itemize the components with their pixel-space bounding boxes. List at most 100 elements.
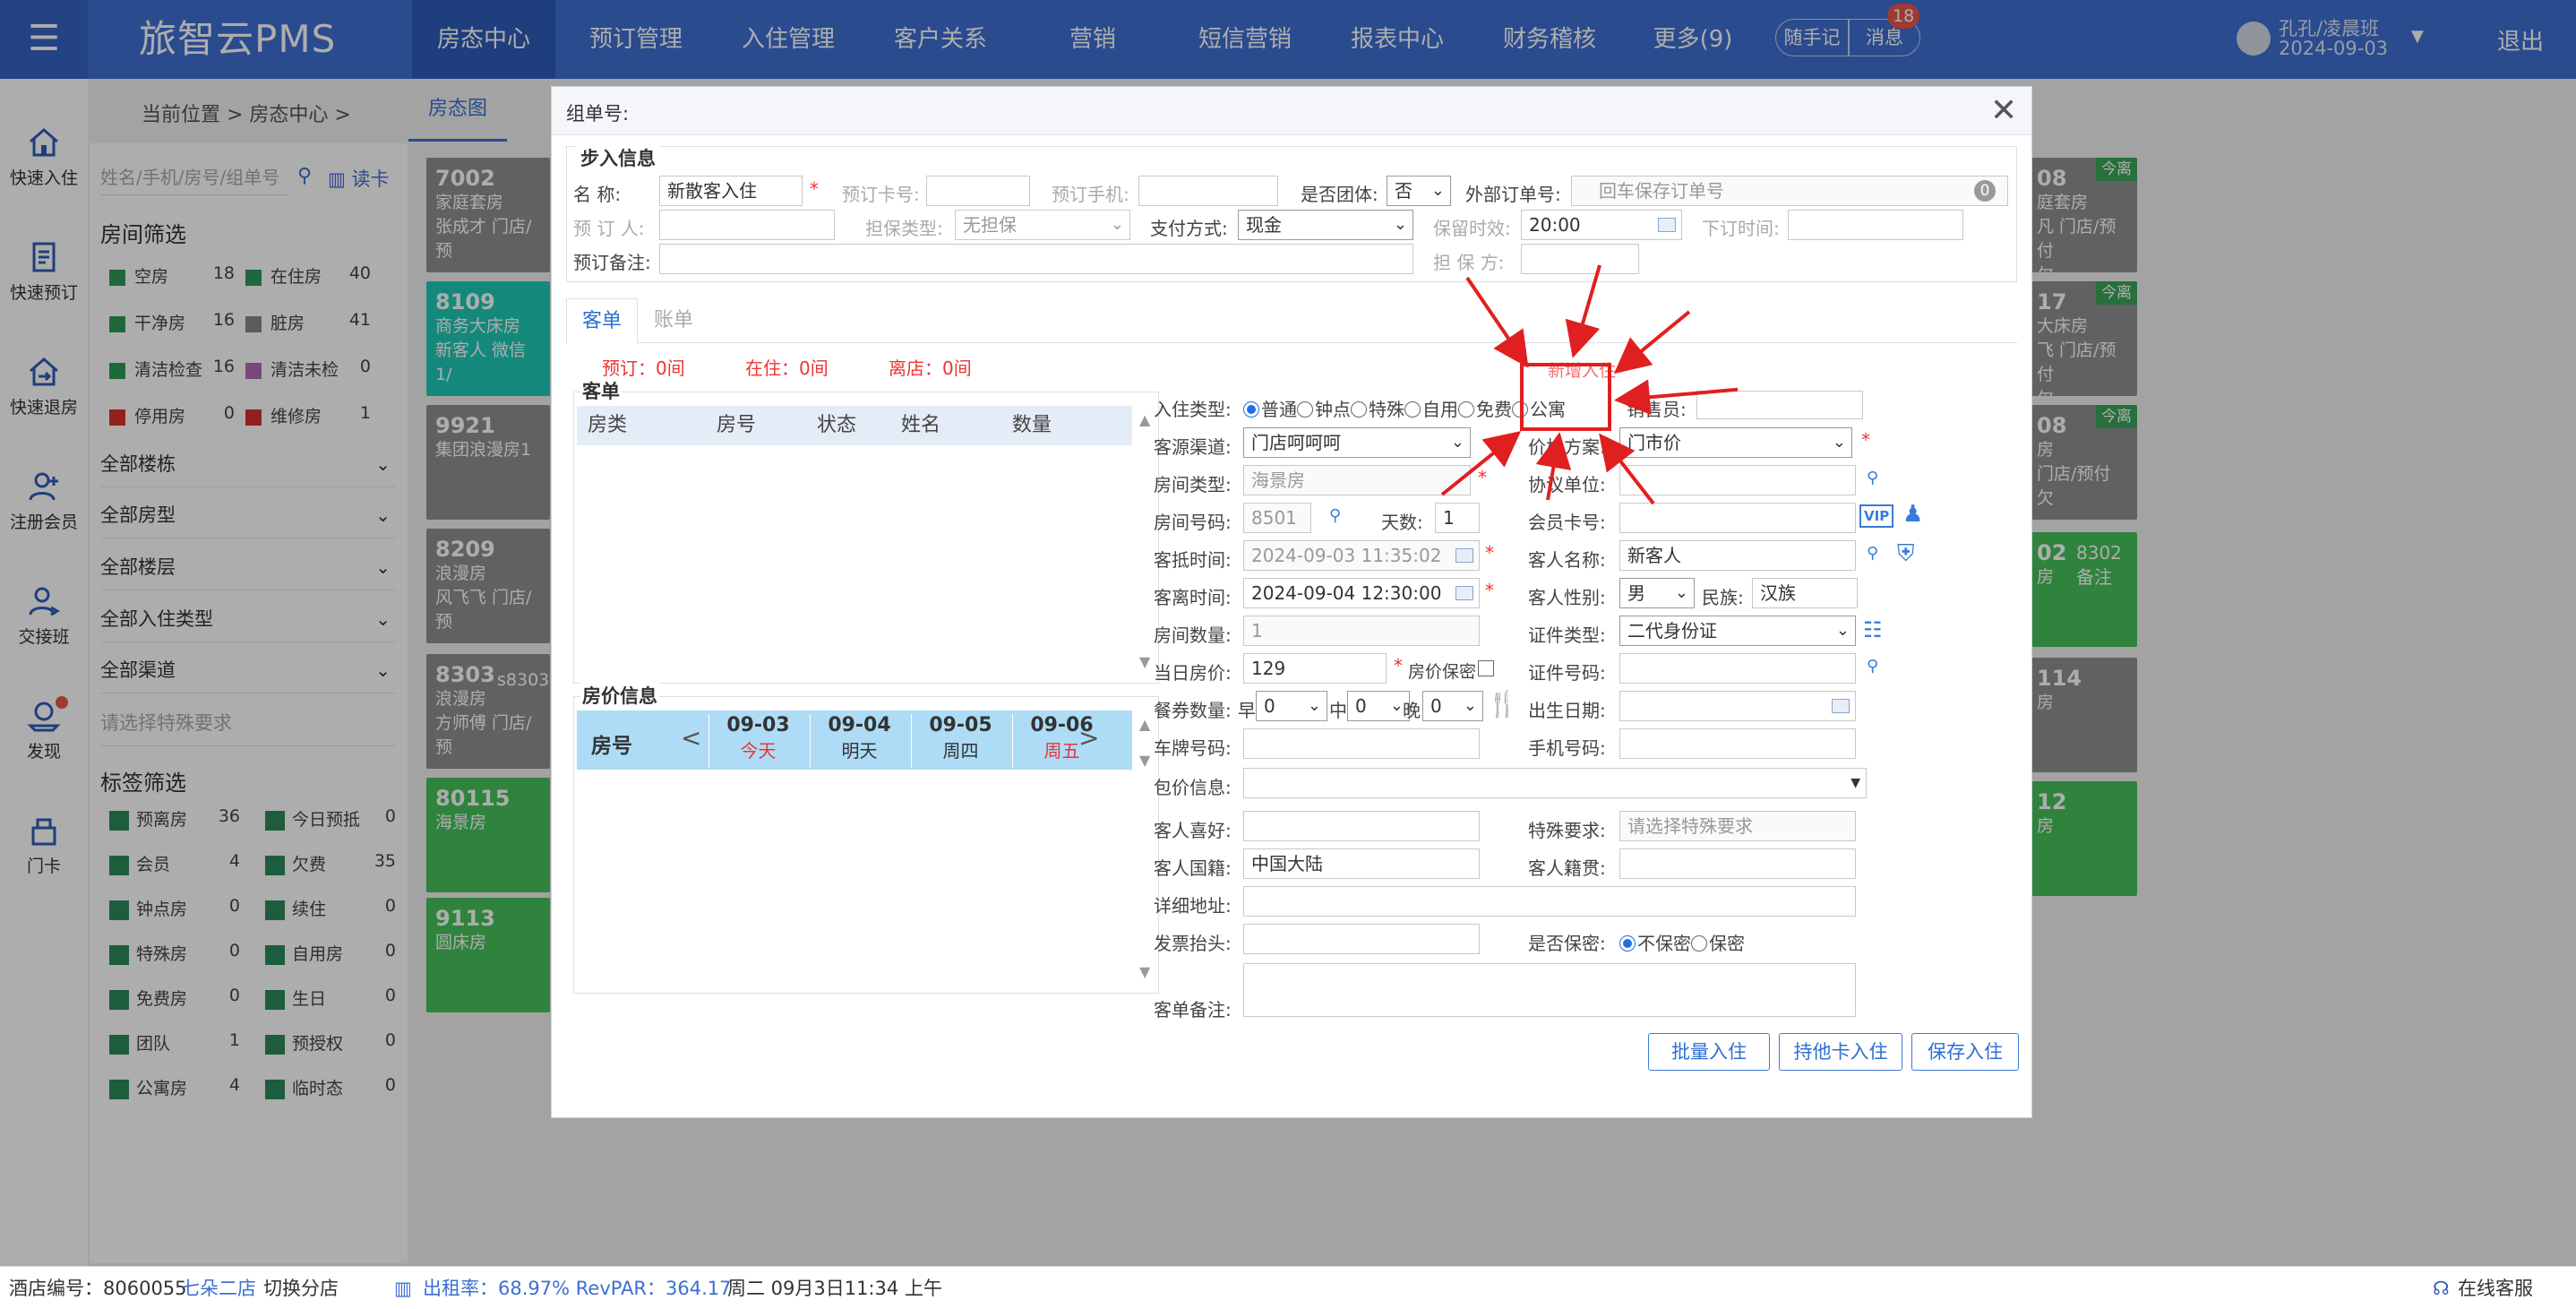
- other-card-checkin-button[interactable]: 持他卡入住: [1779, 1033, 1902, 1071]
- hotel-name-link[interactable]: 七朵二店: [181, 1267, 256, 1309]
- id-scan-icon[interactable]: ☷: [1863, 617, 1883, 642]
- hold-time-input[interactable]: 20:00: [1521, 210, 1682, 240]
- occupancy-stats: 出租率：68.97% RevPAR：364.17: [423, 1278, 732, 1299]
- rate-secret-checkbox[interactable]: [1478, 660, 1494, 676]
- chevron-down-icon: ⌄: [1430, 181, 1445, 200]
- switch-store-link[interactable]: 切换分店: [263, 1267, 339, 1309]
- price-day-date: 09-03: [726, 714, 790, 736]
- radio-normal-dot: [1243, 401, 1259, 418]
- scroll-up-icon[interactable]: ▲: [1139, 716, 1150, 733]
- current-datetime: 周二 09月3日11:34 上午: [727, 1278, 942, 1299]
- search-icon[interactable]: ⚲: [1329, 506, 1341, 525]
- native-place-input[interactable]: [1619, 848, 1856, 879]
- depart-time-label: 客离时间:: [1154, 587, 1232, 608]
- headset-icon: ☊: [2433, 1278, 2450, 1299]
- radio-secret[interactable]: 保密: [1691, 933, 1745, 954]
- booking-remark-input[interactable]: [659, 244, 1413, 274]
- count-in-house: 在住：0间: [745, 357, 829, 379]
- price-day-cell[interactable]: 09-06 周五: [1012, 714, 1111, 768]
- radio-normal[interactable]: 普通: [1243, 399, 1297, 420]
- radio-hourly[interactable]: 钟点: [1297, 399, 1351, 420]
- plate-no-input[interactable]: [1243, 728, 1480, 759]
- required-star: *: [1485, 542, 1494, 564]
- column-room-type: 房类: [588, 414, 628, 436]
- meal-voucher-label: 餐券数量:: [1154, 700, 1232, 721]
- nationality-input[interactable]: 中国大陆: [1243, 848, 1480, 879]
- scroll-up-icon[interactable]: ▲: [1139, 411, 1150, 428]
- guest-list-header: 房类 房号 状态 姓名 数量: [577, 406, 1132, 445]
- meal-lunch-select[interactable]: 0 ⌄: [1347, 691, 1410, 721]
- tab-guest-order[interactable]: 客单: [566, 298, 638, 344]
- radio-secret-dot: [1691, 935, 1707, 952]
- native-place-label: 客人籍贯:: [1528, 857, 1606, 879]
- search-icon[interactable]: ⚲: [1867, 544, 1878, 563]
- highlight-arrows: [1440, 264, 1738, 505]
- price-day-cell[interactable]: 09-05 周四: [911, 714, 1009, 768]
- ethnicity-input[interactable]: 汉族: [1752, 578, 1858, 608]
- meal-lunch-label: 中: [1329, 700, 1347, 721]
- prev-days-icon[interactable]: <: [681, 723, 701, 753]
- hobby-label: 客人喜好:: [1154, 820, 1232, 841]
- booking-phone-input[interactable]: [1138, 176, 1278, 206]
- meal-breakfast-select[interactable]: 0 ⌄: [1256, 691, 1327, 721]
- booker-input[interactable]: [659, 210, 835, 240]
- shield-icon[interactable]: ⛨: [1897, 540, 1915, 568]
- calendar-icon: [1455, 586, 1473, 600]
- gender-select[interactable]: 男 ⌄: [1619, 578, 1695, 608]
- invoice-title-input[interactable]: [1243, 924, 1480, 954]
- depart-time-input[interactable]: 2024-09-04 12:30:00: [1243, 578, 1480, 608]
- meal-dinner-value: 0: [1430, 695, 1442, 717]
- radio-not-secret-label: 不保密: [1637, 933, 1691, 954]
- birthday-input[interactable]: [1619, 691, 1856, 721]
- address-input[interactable]: [1243, 886, 1856, 917]
- tab-bill[interactable]: 账单: [638, 298, 709, 343]
- name-input[interactable]: 新散客入住: [659, 176, 803, 206]
- radio-normal-label: 普通: [1261, 399, 1297, 420]
- batch-checkin-button[interactable]: 批量入住: [1648, 1033, 1770, 1071]
- guarantee-type-select[interactable]: 无担保 ⌄: [955, 210, 1130, 240]
- vip-icon[interactable]: VIP: [1859, 504, 1894, 528]
- scroll-down-icon[interactable]: ▼: [1139, 963, 1150, 980]
- guest-name-input[interactable]: 新客人: [1619, 540, 1856, 571]
- required-star: *: [810, 178, 819, 200]
- is-group-select[interactable]: 否 ⌄: [1387, 176, 1451, 206]
- room-no-input[interactable]: 8501: [1243, 503, 1311, 533]
- payment-method-select[interactable]: 现金 ⌄: [1238, 210, 1413, 240]
- online-service-link[interactable]: 在线客服: [2458, 1267, 2533, 1309]
- fork-knife-icon[interactable]: 🍴: [1487, 689, 1518, 719]
- radio-special[interactable]: 特殊: [1351, 399, 1404, 420]
- days-label: 天数:: [1381, 512, 1423, 533]
- member-add-icon[interactable]: ♟: [1902, 501, 1923, 528]
- room-count-input[interactable]: 1: [1243, 616, 1480, 646]
- close-icon[interactable]: ✕: [1990, 92, 2017, 129]
- search-icon[interactable]: ⚲: [1867, 657, 1878, 676]
- order-time-input[interactable]: [1788, 210, 1963, 240]
- scroll-down-icon[interactable]: ▼: [1139, 752, 1150, 769]
- scroll-down-icon[interactable]: ▼: [1139, 653, 1150, 670]
- dialog-tab-bar: [566, 298, 2017, 343]
- external-order-input[interactable]: 回车保存订单号: [1571, 176, 2008, 206]
- save-checkin-button[interactable]: 保存入住: [1911, 1033, 2019, 1071]
- meal-dinner-select[interactable]: 0 ⌄: [1422, 691, 1483, 721]
- checkin-type-label: 入住类型:: [1154, 399, 1232, 420]
- column-name: 姓名: [901, 414, 941, 436]
- booking-card-input[interactable]: [926, 176, 1030, 206]
- hobby-input[interactable]: [1243, 811, 1480, 841]
- id-type-value: 二代身份证: [1627, 620, 1717, 642]
- mobile-input[interactable]: [1619, 728, 1856, 759]
- arrive-time-input[interactable]: 2024-09-03 11:35:02: [1243, 540, 1480, 571]
- daily-rate-input[interactable]: 129: [1243, 653, 1387, 684]
- price-info-title: 房价信息: [580, 682, 659, 709]
- meal-breakfast-label: 早: [1238, 700, 1256, 721]
- price-day-cell[interactable]: 09-04 明天: [810, 714, 908, 768]
- package-select[interactable]: ▼: [1243, 768, 1867, 798]
- radio-not-secret[interactable]: 不保密: [1619, 933, 1691, 954]
- id-type-select[interactable]: 二代身份证 ⌄: [1619, 616, 1856, 646]
- special-request-input[interactable]: 请选择特殊要求: [1619, 811, 1856, 841]
- id-no-input[interactable]: [1619, 653, 1856, 684]
- price-day-weekday: 周五: [1043, 740, 1080, 762]
- search-icon[interactable]: ⚲: [1867, 469, 1878, 487]
- arrive-time-label: 客抵时间:: [1154, 549, 1232, 571]
- remark-textarea[interactable]: [1243, 963, 1856, 1017]
- price-day-cell[interactable]: 09-03 今天: [708, 714, 807, 768]
